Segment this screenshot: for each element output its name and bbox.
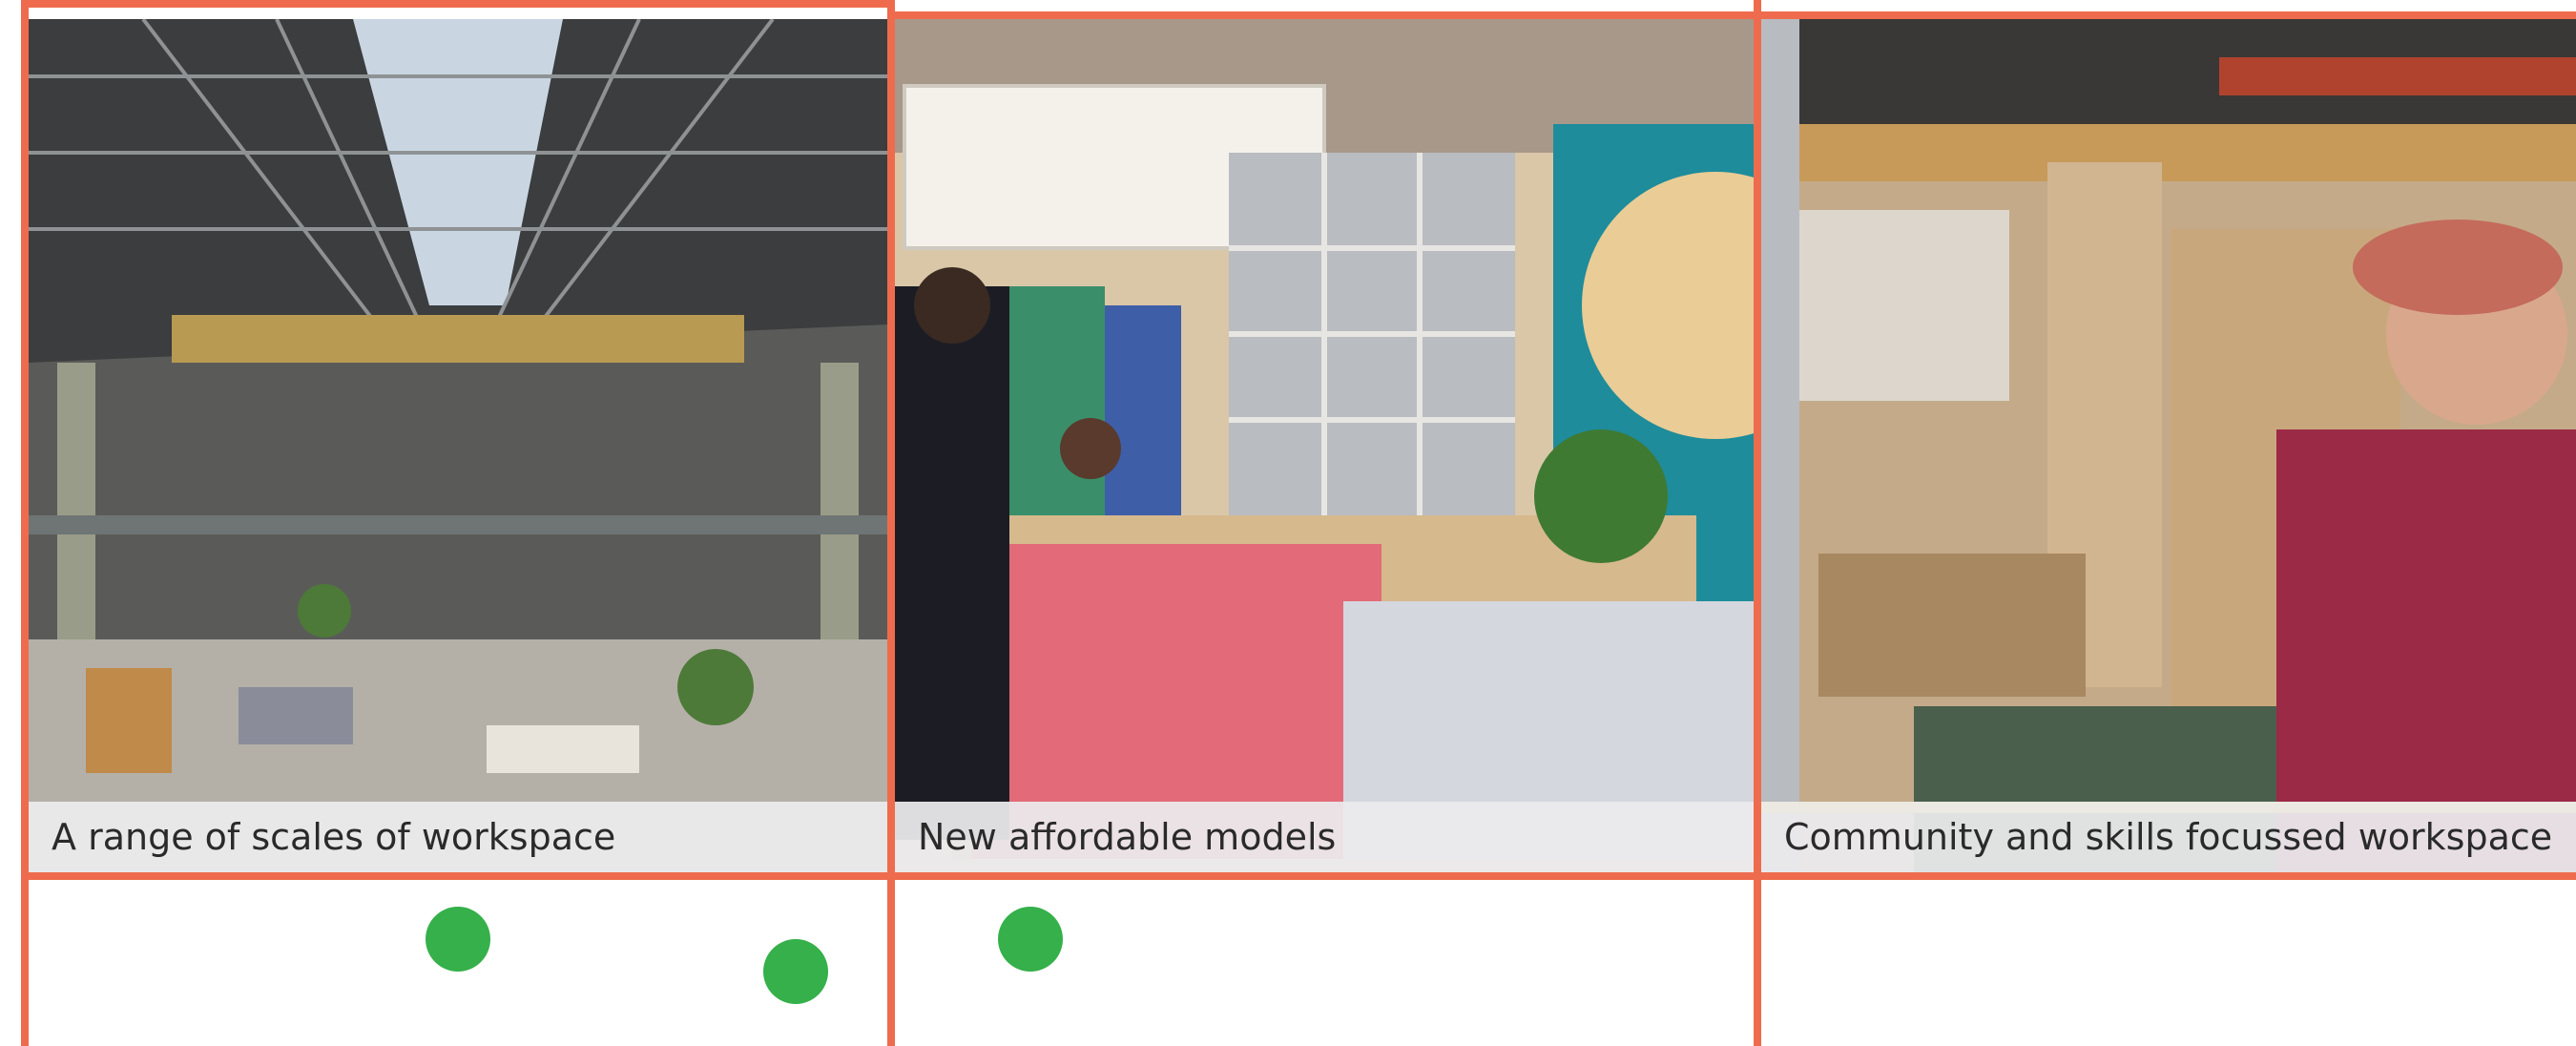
frame-bottom-rule bbox=[27, 872, 2576, 880]
workshop-image bbox=[1761, 19, 2576, 872]
reception-desk-image bbox=[895, 19, 1754, 872]
frame-top-rule bbox=[27, 0, 887, 8]
gallery-frame: A range of scales of workspace New affor… bbox=[0, 0, 2576, 1046]
card-caption: Community and skills focussed workspace bbox=[1761, 802, 2576, 872]
gallery-card-2[interactable]: New affordable models bbox=[895, 19, 1754, 872]
gallery-card-1[interactable]: A range of scales of workspace bbox=[29, 19, 887, 872]
frame-top-rule-2 bbox=[895, 11, 2576, 19]
green-dot-marker bbox=[426, 907, 490, 972]
card-caption: A range of scales of workspace bbox=[29, 802, 887, 872]
frame-divider-2 bbox=[1754, 0, 1761, 1046]
card-caption: New affordable models bbox=[895, 802, 1754, 872]
frame-divider-1 bbox=[887, 0, 895, 1046]
gallery-card-3[interactable]: Community and skills focussed workspace bbox=[1761, 19, 2576, 872]
warehouse-workspace-image bbox=[29, 19, 887, 872]
green-dot-marker bbox=[998, 907, 1063, 972]
green-dot-marker bbox=[763, 939, 828, 1004]
frame-divider-left bbox=[21, 0, 29, 1046]
